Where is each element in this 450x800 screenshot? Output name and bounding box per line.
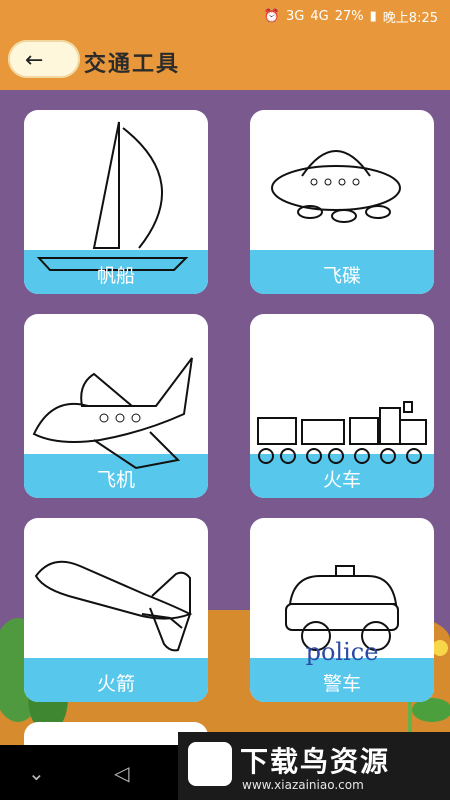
card-sailboat[interactable]: 帆船 xyxy=(24,110,208,294)
signal-3g-text: 3G xyxy=(286,9,305,24)
card-label: 帆船 xyxy=(96,265,135,287)
page-title: 交通工具 xyxy=(84,52,181,77)
card-police-car[interactable]: police 警车 xyxy=(250,518,434,702)
nav-back-icon[interactable]: ◁ xyxy=(114,761,129,785)
nav-down-icon[interactable]: ⌄ xyxy=(28,761,45,785)
card-train[interactable]: 火车 xyxy=(250,314,434,498)
card-label: 火箭 xyxy=(96,673,135,695)
card-airplane[interactable]: 飞机 xyxy=(24,314,208,498)
alarm-icon: ⏰ xyxy=(263,9,281,24)
watermark-url: www.xiazainiao.com xyxy=(242,778,364,792)
back-arrow-icon: ← xyxy=(25,48,44,73)
card-label: 飞机 xyxy=(96,469,135,491)
card-label: 火车 xyxy=(322,469,361,491)
signal-4g-text: 4G xyxy=(310,9,329,24)
watermark-title: 下载鸟资源 xyxy=(240,745,391,778)
card-label: 飞碟 xyxy=(322,265,361,287)
card-ufo[interactable]: 飞碟 xyxy=(250,110,434,294)
card-rocket[interactable]: 火箭 xyxy=(24,518,208,702)
watermark-logo-icon xyxy=(188,742,232,786)
battery-icon: ▮ xyxy=(369,9,377,24)
clock-text: 晚上8:25 xyxy=(382,11,438,26)
status-bar: ⏰ 3G 4G 27% ▮ 晚上8:25 xyxy=(0,0,450,30)
back-button[interactable] xyxy=(8,40,80,78)
watermark-banner: 下载鸟资源 www.xiazainiao.com xyxy=(178,732,450,800)
battery-text: 27% xyxy=(334,9,364,24)
card-label: 警车 xyxy=(322,673,361,695)
app-bar: ← 交通工具 xyxy=(0,30,450,90)
police-text: police xyxy=(306,638,379,666)
